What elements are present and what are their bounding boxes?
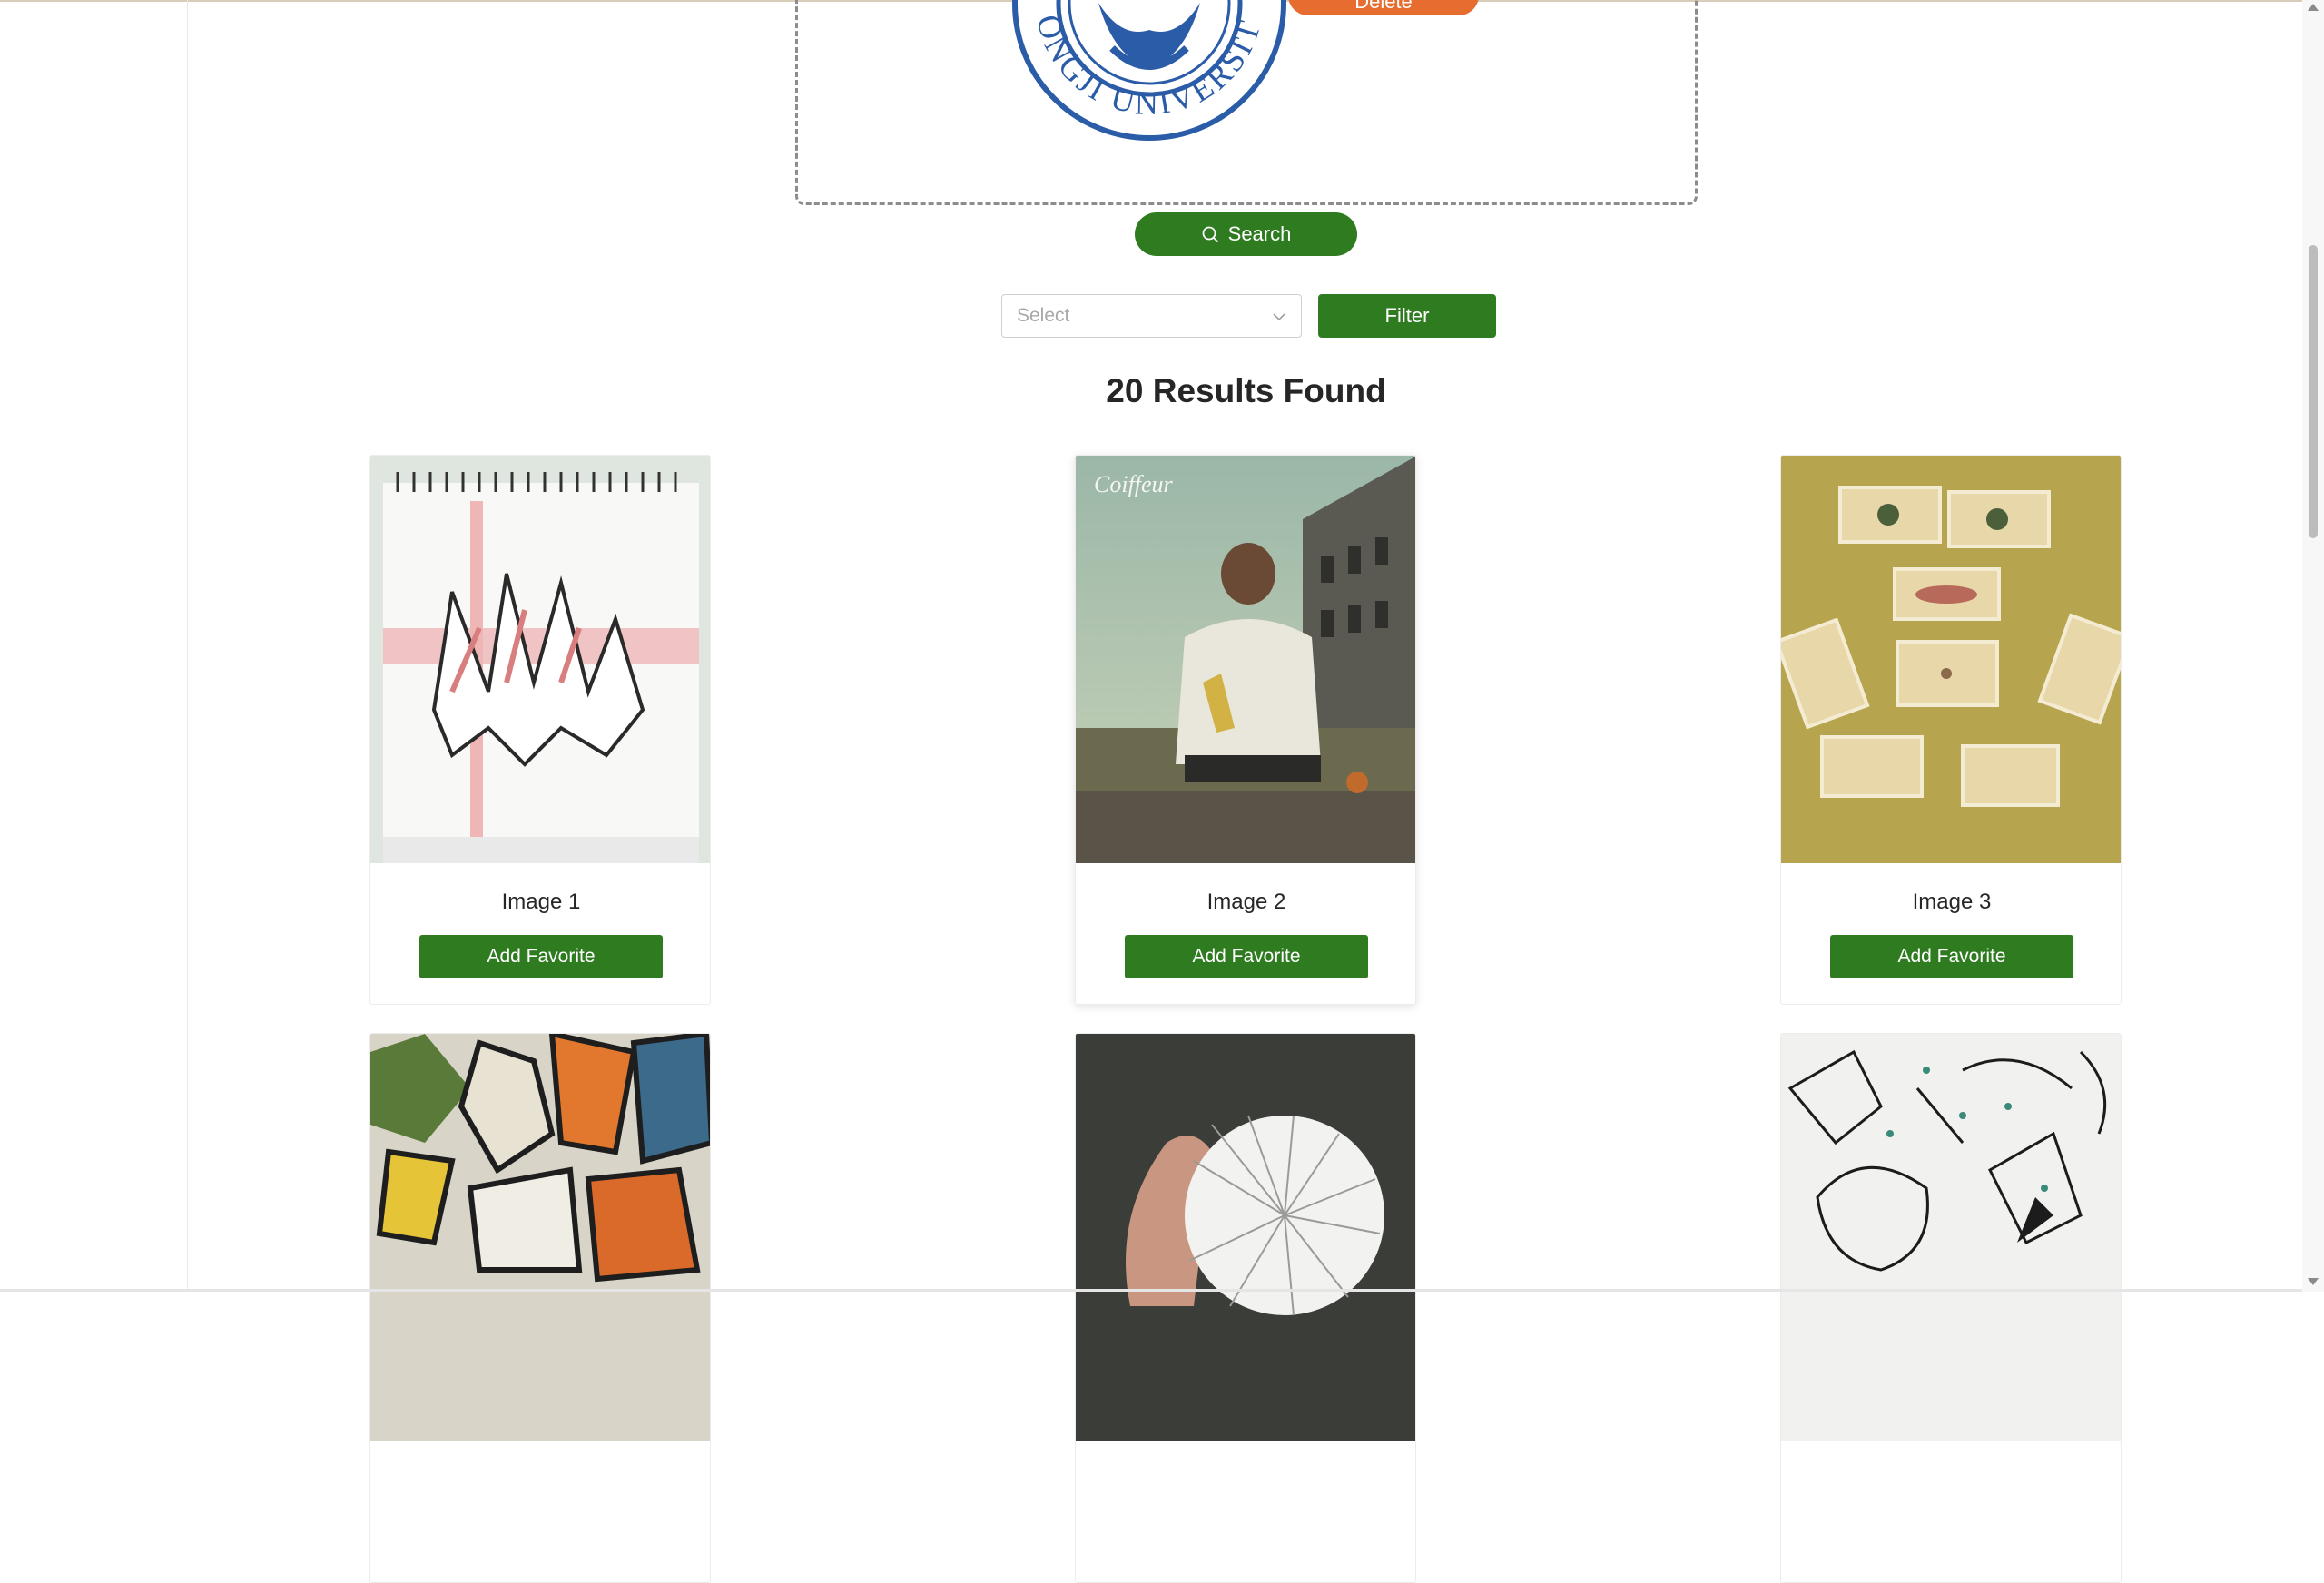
tongji-university-seal: TONGJI UNIVERSITY <box>1000 0 1286 141</box>
result-card <box>369 1033 711 1583</box>
result-thumbnail[interactable] <box>370 1034 710 1441</box>
add-favorite-button[interactable]: Add Favorite <box>1830 935 2073 978</box>
result-thumbnail[interactable] <box>1781 456 2121 863</box>
result-thumbnail[interactable]: Coiffeur <box>1076 456 1415 863</box>
delete-button[interactable]: Delete <box>1288 0 1479 15</box>
filter-button[interactable]: Filter <box>1318 294 1496 338</box>
result-caption: Image 3 <box>1912 890 1992 914</box>
scrollbar-thumb[interactable] <box>2309 245 2318 538</box>
search-button-label: Search <box>1227 222 1292 245</box>
vertical-scrollbar[interactable] <box>2302 0 2324 1292</box>
result-card: Image 1 Add Favorite <box>369 455 711 1005</box>
result-thumbnail[interactable] <box>1076 1034 1415 1441</box>
scroll-up-arrow-icon[interactable] <box>2308 4 2319 11</box>
scroll-down-arrow-icon[interactable] <box>2308 1278 2319 1285</box>
search-button[interactable]: Search <box>1135 212 1357 256</box>
image-upload-dropzone[interactable]: TONGJI UNIVERSITY Delete <box>795 0 1698 205</box>
content-left-border <box>187 0 188 1292</box>
chevron-down-icon <box>1273 313 1285 321</box>
add-favorite-button[interactable]: Add Favorite <box>1125 935 1368 978</box>
select-placeholder: Select <box>1017 305 1070 326</box>
search-icon <box>1202 226 1218 242</box>
add-favorite-button[interactable]: Add Favorite <box>419 935 663 978</box>
result-caption: Image 2 <box>1206 890 1286 914</box>
result-card <box>1075 1033 1416 1583</box>
results-count-heading: 20 Results Found <box>1106 372 1386 409</box>
coiffeur-logo-text: Coiffeur <box>1094 471 1174 497</box>
result-card: Image 3 Add Favorite <box>1780 455 2122 1005</box>
result-thumbnail[interactable] <box>1781 1034 2121 1441</box>
category-select[interactable]: Select <box>1001 294 1302 338</box>
result-card: Coiffeur Image 2 Add Favorite <box>1075 455 1416 1005</box>
result-card <box>1780 1033 2122 1583</box>
result-thumbnail[interactable] <box>370 456 710 863</box>
result-caption: Image 1 <box>501 890 581 914</box>
